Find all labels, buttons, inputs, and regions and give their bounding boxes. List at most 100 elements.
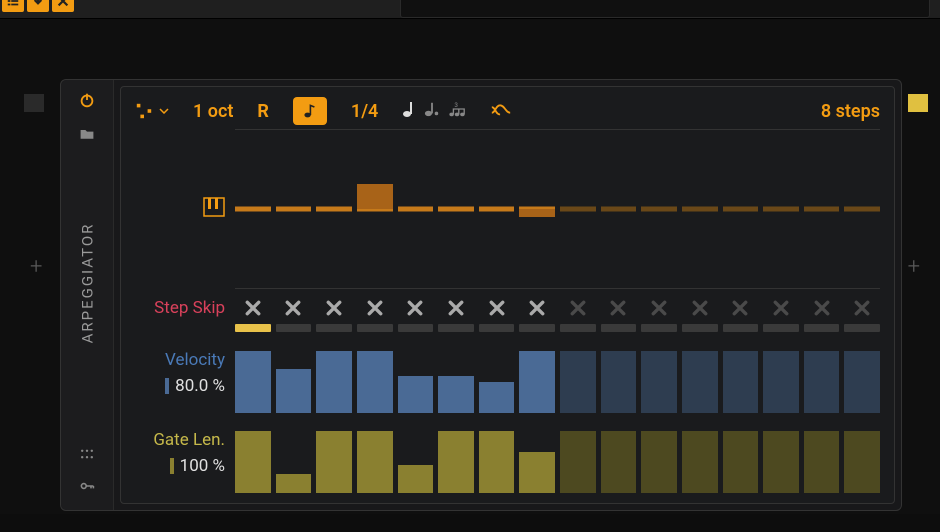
gate-step[interactable] (357, 431, 393, 493)
velocity-step[interactable] (804, 351, 840, 413)
gate-step[interactable] (479, 431, 515, 493)
velocity-value[interactable]: 80.0 % (175, 376, 225, 396)
velocity-step[interactable] (519, 351, 555, 413)
pitch-step[interactable] (723, 159, 759, 259)
pitch-step[interactable] (276, 159, 312, 259)
step-skip-toggle[interactable] (682, 300, 718, 316)
gate-value[interactable]: 100 % (180, 456, 225, 476)
search-field[interactable] (400, 0, 930, 18)
step-skip-toggle[interactable] (723, 300, 759, 316)
step-skip-toggle[interactable] (560, 300, 596, 316)
step-skip-toggle[interactable] (479, 300, 515, 316)
velocity-step[interactable] (235, 351, 271, 413)
pitch-step[interactable] (682, 159, 718, 259)
velocity-step[interactable] (763, 351, 799, 413)
octave-range-control[interactable]: 1 oct (193, 101, 233, 122)
step-marker[interactable] (316, 324, 352, 332)
gate-step[interactable] (763, 431, 799, 493)
gate-step[interactable] (519, 452, 555, 493)
add-device-after-button[interactable]: + (908, 254, 920, 279)
gate-step[interactable] (560, 431, 596, 493)
rate-mode-label[interactable]: R (257, 101, 269, 122)
step-skip-toggle[interactable] (519, 300, 555, 316)
velocity-step[interactable] (357, 351, 393, 413)
step-skip-toggle[interactable] (398, 300, 434, 316)
velocity-step[interactable] (479, 382, 515, 413)
velocity-step[interactable] (723, 351, 759, 413)
gate-step[interactable] (723, 431, 759, 493)
step-skip-toggle[interactable] (601, 300, 637, 316)
step-marker[interactable] (560, 324, 596, 332)
pattern-mode-menu[interactable] (135, 102, 169, 120)
step-count-control[interactable]: 8 steps (821, 101, 880, 122)
triplet-note-button[interactable]: 3 (448, 100, 466, 122)
gate-step[interactable] (682, 431, 718, 493)
gate-step[interactable] (235, 431, 271, 493)
step-skip-toggle[interactable] (316, 300, 352, 316)
pitch-step[interactable] (479, 159, 515, 259)
step-skip-toggle[interactable] (844, 300, 880, 316)
step-skip-toggle[interactable] (276, 300, 312, 316)
step-marker[interactable] (438, 324, 474, 332)
step-skip-toggle[interactable] (357, 300, 393, 316)
velocity-step[interactable] (560, 351, 596, 413)
pitch-step[interactable] (560, 159, 596, 259)
step-marker[interactable] (235, 324, 271, 332)
step-marker[interactable] (357, 324, 393, 332)
velocity-step[interactable] (276, 369, 312, 413)
retrigger-mode-button[interactable] (490, 101, 512, 121)
step-marker[interactable] (479, 324, 515, 332)
gate-step[interactable] (804, 431, 840, 493)
add-device-before-button[interactable]: + (30, 254, 42, 279)
pitch-step[interactable] (357, 159, 393, 259)
device-modulators-button[interactable] (77, 444, 97, 464)
velocity-step[interactable] (641, 351, 677, 413)
rate-note-button[interactable] (293, 97, 327, 125)
pitch-step[interactable] (844, 159, 880, 259)
pitch-step[interactable] (763, 159, 799, 259)
device-preset-button[interactable] (77, 124, 97, 144)
toolbar-list-button[interactable] (2, 0, 24, 12)
pitch-step[interactable] (601, 159, 637, 259)
velocity-step[interactable] (844, 351, 880, 413)
gate-step[interactable] (844, 431, 880, 493)
pitch-step[interactable] (804, 159, 840, 259)
step-skip-toggle[interactable] (235, 300, 271, 316)
gate-step[interactable] (276, 474, 312, 493)
step-marker[interactable] (804, 324, 840, 332)
toolbar-close-button[interactable] (52, 0, 74, 12)
velocity-step[interactable] (438, 376, 474, 413)
step-marker[interactable] (763, 324, 799, 332)
gate-step[interactable] (316, 431, 352, 493)
step-skip-toggle[interactable] (804, 300, 840, 316)
step-marker[interactable] (519, 324, 555, 332)
step-marker[interactable] (601, 324, 637, 332)
gate-step[interactable] (398, 465, 434, 493)
pitch-step[interactable] (398, 159, 434, 259)
device-io-button[interactable] (77, 476, 97, 496)
step-marker[interactable] (682, 324, 718, 332)
dotted-note-button[interactable] (424, 100, 440, 122)
toolbar-down-button[interactable] (27, 0, 49, 12)
rate-division-control[interactable]: 1/4 (351, 101, 378, 122)
pitch-step[interactable] (641, 159, 677, 259)
gate-step[interactable] (438, 431, 474, 493)
velocity-step[interactable] (398, 376, 434, 413)
gate-step[interactable] (601, 431, 637, 493)
step-marker[interactable] (398, 324, 434, 332)
velocity-step[interactable] (601, 351, 637, 413)
step-marker[interactable] (276, 324, 312, 332)
step-marker[interactable] (641, 324, 677, 332)
step-skip-toggle[interactable] (763, 300, 799, 316)
step-skip-toggle[interactable] (641, 300, 677, 316)
step-marker[interactable] (723, 324, 759, 332)
straight-note-button[interactable] (402, 100, 416, 122)
pitch-step[interactable] (519, 159, 555, 259)
gate-step[interactable] (641, 431, 677, 493)
velocity-step[interactable] (316, 351, 352, 413)
pitch-step[interactable] (438, 159, 474, 259)
pitch-step[interactable] (235, 159, 271, 259)
step-skip-toggle[interactable] (438, 300, 474, 316)
step-marker[interactable] (844, 324, 880, 332)
device-power-button[interactable] (77, 90, 97, 110)
